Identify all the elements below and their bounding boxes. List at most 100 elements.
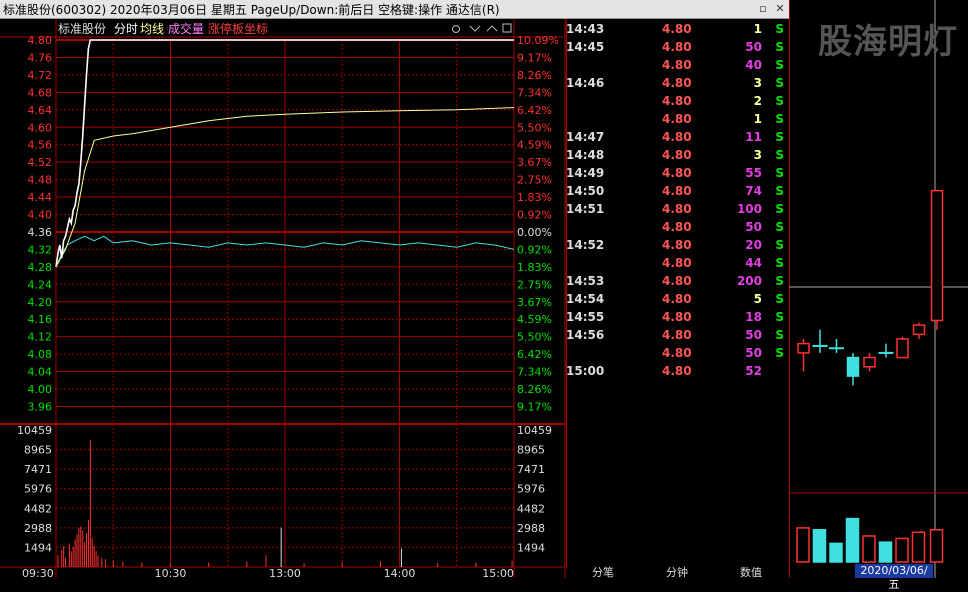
- trade-time: 14:52: [566, 238, 605, 252]
- trade-side: S: [775, 328, 784, 342]
- intraday-chart[interactable]: 4.80 4.76 4.72 4.68 4.64 4.60 4.56 4.52 4.48 4.44…: [0, 19, 566, 578]
- trade-row: 14:45 4.80 50 S: [566, 38, 788, 56]
- volume-tick-label: 8965: [24, 444, 52, 457]
- trade-volume: 50: [745, 346, 762, 360]
- percent-tick-label: 4.59%: [517, 139, 552, 152]
- volume-tick-label-right: 5976: [517, 483, 545, 496]
- price-tick-label: 4.48: [28, 174, 53, 187]
- price-tick-label: 3.96: [28, 400, 53, 413]
- percent-tick-label: 2.75%: [517, 174, 552, 187]
- window-title: 标准股份(600302) 2020年03月06日 星期五 PageUp/Down…: [3, 3, 500, 17]
- trade-volume: 2: [753, 94, 762, 108]
- time-tick-label: 13:00: [269, 567, 301, 578]
- kline-candle-body: [896, 338, 909, 359]
- kline-candle-body: [846, 356, 860, 377]
- percent-tick-label: 0.00%: [517, 226, 552, 239]
- trade-row: 4.80 44 S: [566, 254, 788, 272]
- price-tick-label: 4.24: [28, 278, 53, 291]
- volume-tick-label-right: 10459: [517, 424, 552, 437]
- tab-fenshi[interactable]: 分时: [114, 22, 138, 36]
- trade-time: 14:43: [566, 22, 605, 36]
- trade-price: 4.80: [662, 94, 692, 108]
- kline-volume-bar: [911, 531, 926, 563]
- kline-volume-bar: [845, 517, 860, 563]
- trade-volume: 18: [745, 310, 762, 324]
- trade-side: S: [775, 202, 784, 216]
- percent-tick-label: 0.92%: [517, 243, 552, 256]
- trade-row: 14:53 4.80 200 S: [566, 272, 788, 290]
- trade-side: S: [775, 220, 784, 234]
- trade-price: 4.80: [662, 238, 692, 252]
- percent-tick-label: 5.50%: [517, 331, 552, 344]
- trade-volume: 44: [745, 256, 762, 270]
- tab-junxian[interactable]: 均线: [140, 22, 164, 36]
- close-button[interactable]: ✕: [773, 2, 787, 15]
- kline-candle-body: [797, 342, 810, 354]
- window-titlebar: 标准股份(600302) 2020年03月06日 星期五 PageUp/Down…: [0, 0, 790, 19]
- trade-price: 4.80: [662, 58, 692, 72]
- trade-row: 14:56 4.80 50 S: [566, 326, 788, 344]
- trade-volume: 20: [745, 238, 762, 252]
- kline-volume-bar: [796, 527, 810, 563]
- trade-price: 4.80: [662, 40, 692, 54]
- time-tick-label: 09:30: [22, 567, 54, 578]
- trade-volume: 50: [745, 328, 762, 342]
- stock-name-label: 标准股份: [58, 22, 106, 36]
- trade-volume: 50: [745, 220, 762, 234]
- trade-side: S: [775, 346, 784, 360]
- trade-volume: 11: [745, 130, 762, 144]
- trade-row: 4.80 2 S: [566, 92, 788, 110]
- price-tick-label: 4.64: [28, 104, 53, 117]
- trade-time: 14:47: [566, 130, 605, 144]
- percent-tick-label: 6.42%: [517, 104, 552, 117]
- trade-side: S: [775, 94, 784, 108]
- tab-chengjiaoliang[interactable]: 成交量: [168, 21, 204, 36]
- volume-tick-label: 4482: [24, 502, 52, 515]
- trade-time: 14:55: [566, 310, 605, 324]
- minimize-button[interactable]: ▫: [756, 2, 770, 15]
- kline-volume-bar: [878, 541, 893, 563]
- trade-time: 14:50: [566, 184, 605, 198]
- trade-time: 15:00: [566, 364, 605, 378]
- trade-ticks-list[interactable]: 14:43 4.80 1 S 14:45 4.80 50 S 4.80 40 S 14:46 4.80 3…: [566, 19, 788, 567]
- price-tick-label: 4.28: [28, 261, 53, 274]
- kline-volume-bar: [812, 529, 827, 563]
- percent-tick-label: 1.83%: [517, 261, 552, 274]
- volume-tick-label-right: 7471: [517, 463, 545, 476]
- trade-volume: 74: [745, 184, 762, 198]
- trade-volume: 100: [736, 202, 762, 216]
- trade-time: 14:51: [566, 202, 605, 216]
- price-tick-label: 4.52: [28, 156, 53, 169]
- trade-price: 4.80: [662, 130, 692, 144]
- trade-volume: 50: [745, 40, 762, 54]
- trade-time: 14:53: [566, 274, 605, 288]
- percent-tick-label: 7.34%: [517, 366, 552, 379]
- trade-row: 4.80 40 S: [566, 56, 788, 74]
- trade-price: 4.80: [662, 292, 692, 306]
- trade-volume: 200: [736, 274, 762, 288]
- trade-side: S: [775, 76, 784, 90]
- percent-tick-label: 6.42%: [517, 348, 552, 361]
- kline-volume-bar: [929, 529, 944, 563]
- price-tick-label: 4.44: [28, 191, 53, 204]
- trade-price: 4.80: [662, 346, 692, 360]
- volume-tick-label-right: 1494: [517, 541, 545, 554]
- volume-tick-label: 10459: [17, 424, 52, 437]
- ticks-left-border: [566, 19, 567, 567]
- price-tick-label: 4.32: [28, 243, 53, 256]
- percent-tick-label: 4.59%: [517, 313, 552, 326]
- price-tick-label: 4.76: [28, 51, 53, 64]
- trade-price: 4.80: [662, 364, 692, 378]
- trade-volume: 3: [753, 148, 762, 162]
- trade-volume: 55: [745, 166, 762, 180]
- volume-tick-label: 7471: [24, 463, 52, 476]
- trade-price: 4.80: [662, 112, 692, 126]
- trade-side: S: [775, 112, 784, 126]
- tab-zhangting[interactable]: 涨停板坐标: [208, 21, 268, 36]
- price-tick-label: 4.08: [28, 348, 53, 361]
- trade-row: 14:48 4.80 3 S: [566, 146, 788, 164]
- trade-time: 14:48: [566, 148, 605, 162]
- trade-row: 14:47 4.80 11 S: [566, 128, 788, 146]
- kline-chart[interactable]: [789, 0, 968, 578]
- trade-price: 4.80: [662, 76, 692, 90]
